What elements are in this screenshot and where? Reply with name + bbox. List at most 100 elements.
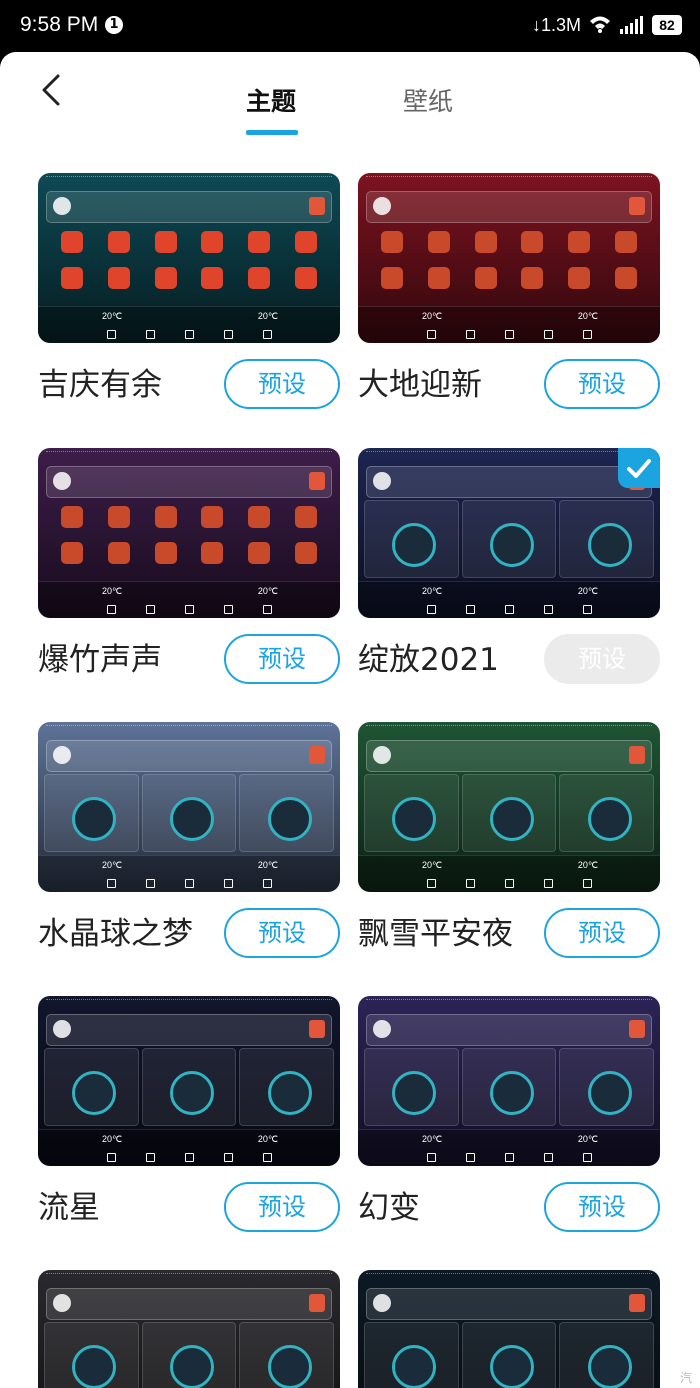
app-icon	[107, 506, 130, 528]
nav-icon	[223, 330, 233, 339]
app-icon	[154, 231, 177, 253]
preview-status-line	[366, 725, 652, 732]
nav-icon	[262, 879, 272, 888]
nav-icon	[465, 1153, 475, 1162]
preview-bottom-bar: 20℃ 20℃	[358, 581, 660, 618]
widget-card	[364, 1322, 459, 1388]
preview-top-bar	[366, 740, 652, 772]
theme-card[interactable]: 20℃20℃	[358, 1270, 660, 1388]
app-icon	[474, 267, 497, 289]
preset-button[interactable]: 预设	[224, 634, 340, 684]
theme-card[interactable]: 20℃ 20℃ 幻变 预设	[358, 996, 660, 1232]
app-icon	[107, 542, 130, 564]
nav-icon	[223, 1153, 233, 1162]
status-time: 9:58 PM	[20, 13, 99, 36]
logo-icon	[53, 472, 71, 490]
widget-card	[44, 774, 139, 852]
status-bar: 9:58 PM 1 ↓1.3M 82	[0, 0, 700, 52]
logo-icon	[373, 1294, 391, 1312]
nav-icon	[223, 879, 233, 888]
app-icon	[201, 506, 224, 528]
widget-card	[141, 1322, 237, 1388]
app-icon	[247, 506, 270, 528]
theme-preview-image[interactable]: 20℃20℃	[358, 996, 660, 1166]
theme-card[interactable]: 20℃ 20℃ 水晶球之梦 预设	[38, 722, 340, 958]
tab-themes[interactable]: 主题	[246, 82, 296, 118]
theme-preview-image[interactable]: 20℃20℃	[358, 448, 660, 618]
nav-icon	[106, 330, 116, 339]
widget-circle-icon	[72, 1345, 117, 1388]
theme-card[interactable]: 20℃20℃	[38, 1270, 340, 1388]
theme-preview-image[interactable]: 20℃20℃	[38, 722, 340, 892]
theme-preview-image[interactable]: 20℃20℃	[38, 448, 340, 618]
preview-temp-right: 20℃	[577, 860, 598, 870]
nav-icon	[582, 879, 592, 888]
preview-status-line	[46, 451, 332, 458]
preset-button[interactable]: 预设	[224, 908, 340, 958]
app-icon	[61, 506, 84, 528]
logo-icon	[373, 1020, 391, 1038]
nav-icon	[543, 1153, 553, 1162]
tab-wallpapers[interactable]: 壁纸	[403, 82, 453, 118]
signal-icon	[620, 16, 643, 34]
preview-top-bar	[46, 1288, 332, 1320]
nav-icon	[504, 1153, 514, 1162]
app-icon	[427, 267, 450, 289]
theme-card[interactable]: 20℃ 20℃ 爆竹声声 预设	[38, 448, 340, 684]
theme-card[interactable]: 20℃ 20℃ 吉庆有余 预设	[38, 173, 340, 409]
back-arrow-icon[interactable]	[34, 70, 74, 110]
nav-icon	[106, 605, 116, 614]
theme-card[interactable]: 20℃ 20℃ 绽放2021 预设	[358, 448, 660, 684]
preview-bottom-bar: 20℃ 20℃	[358, 306, 660, 343]
preset-button[interactable]: 预设	[544, 908, 660, 958]
preview-status-line	[366, 451, 652, 458]
preview-top-bar	[366, 191, 652, 223]
preset-button[interactable]: 预设	[544, 1182, 660, 1232]
preview-temp-right: 20℃	[257, 1134, 278, 1144]
widget-circle-icon	[72, 797, 117, 841]
nav-icon	[465, 879, 475, 888]
theme-preview-image[interactable]: 20℃20℃	[38, 996, 340, 1166]
preview-widget-cards	[364, 1322, 655, 1388]
preview-bottom-bar: 20℃ 20℃	[38, 855, 340, 892]
widget-card	[44, 1322, 139, 1388]
app-icon	[201, 267, 224, 289]
widget-circle-icon	[267, 1071, 312, 1115]
preview-temp-right: 20℃	[257, 311, 278, 321]
widget-card	[559, 774, 655, 852]
preview-nav-icons	[358, 330, 660, 339]
app-icon	[521, 231, 544, 253]
preview-status-line	[46, 999, 332, 1006]
widget-circle-icon	[170, 797, 214, 841]
network-speed: ↓1.3M	[532, 15, 582, 35]
theme-preview-image[interactable]: 20℃ 20℃	[38, 173, 340, 343]
nav-icon	[426, 1153, 436, 1162]
theme-name: 水晶球之梦	[38, 916, 193, 952]
app-icon	[381, 267, 404, 289]
preview-status-line	[366, 999, 652, 1006]
theme-preview-image[interactable]: 20℃20℃	[358, 722, 660, 892]
nav-icon	[145, 879, 155, 888]
preset-button[interactable]: 预设	[224, 359, 340, 409]
widget-circle-icon	[72, 1071, 117, 1115]
widget-circle-icon	[392, 797, 437, 841]
app-icon	[614, 231, 637, 253]
theme-preview-image[interactable]: 20℃20℃	[38, 1270, 340, 1388]
preview-temp-left: 20℃	[102, 311, 123, 321]
widget-circle-icon	[267, 1345, 312, 1388]
preset-button[interactable]: 预设	[224, 1182, 340, 1232]
calendar-icon	[629, 1020, 645, 1038]
logo-icon	[53, 1020, 71, 1038]
theme-card[interactable]: 20℃ 20℃ 大地迎新 预设	[358, 173, 660, 409]
theme-card[interactable]: 20℃ 20℃ 流星 预设	[38, 996, 340, 1232]
nav-icon	[106, 879, 116, 888]
app-icon	[294, 506, 317, 528]
app-icon	[567, 231, 590, 253]
theme-preview-image[interactable]: 20℃20℃	[358, 173, 660, 343]
nav-icon	[184, 330, 194, 339]
calendar-icon	[309, 472, 325, 490]
theme-preview-image[interactable]: 20℃20℃	[358, 1270, 660, 1388]
preview-top-bar	[366, 1288, 652, 1320]
preset-button[interactable]: 预设	[544, 359, 660, 409]
theme-card[interactable]: 20℃ 20℃ 飘雪平安夜 预设	[358, 722, 660, 958]
